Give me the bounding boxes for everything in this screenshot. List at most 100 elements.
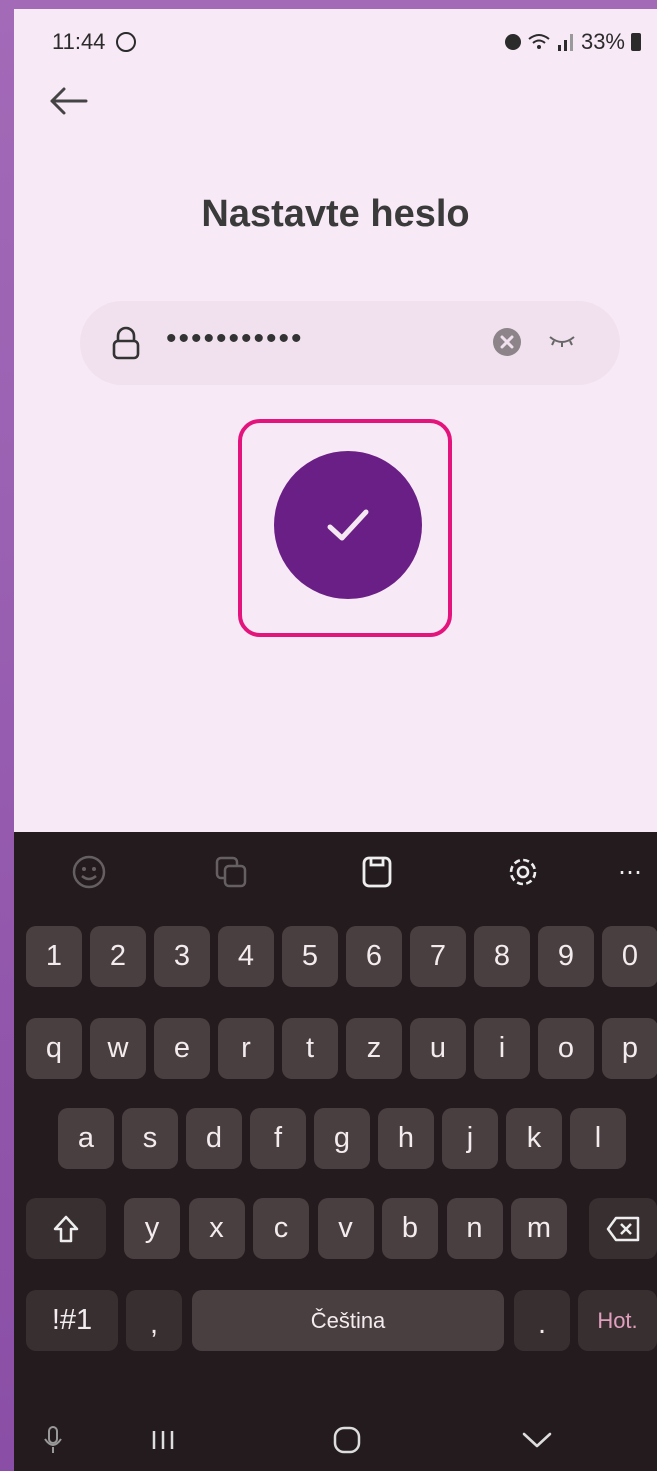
battery-icon: [631, 33, 641, 51]
key-c[interactable]: c: [253, 1198, 309, 1259]
key-label: z: [366, 1032, 382, 1064]
key-7[interactable]: 7: [410, 926, 466, 987]
key-label: t: [305, 1032, 315, 1064]
key-5[interactable]: 5: [282, 926, 338, 987]
key-label: 4: [237, 940, 255, 972]
key-label: k: [526, 1122, 542, 1154]
key-label: 8: [493, 940, 511, 972]
key-2[interactable]: 2: [90, 926, 146, 987]
key-label: g: [333, 1122, 351, 1154]
signal-icon: [557, 34, 573, 51]
lock-icon: [112, 326, 140, 360]
key-space[interactable]: Čeština: [192, 1290, 504, 1351]
key-label: p: [621, 1032, 639, 1064]
key-d[interactable]: d: [186, 1108, 242, 1169]
key-comma[interactable]: ,: [126, 1290, 182, 1351]
status-icons: 33%: [504, 29, 641, 55]
key-label: 2: [109, 940, 127, 972]
key-symbols[interactable]: !#1: [26, 1290, 118, 1351]
key-g[interactable]: g: [314, 1108, 370, 1169]
wifi-icon: [528, 34, 550, 49]
key-l[interactable]: l: [570, 1108, 626, 1169]
clipboard-icon[interactable]: [350, 850, 404, 894]
key-label: b: [401, 1212, 419, 1244]
key-label: c: [273, 1212, 289, 1244]
key-label: o: [557, 1032, 575, 1064]
key-j[interactable]: j: [442, 1108, 498, 1169]
key-y[interactable]: y: [124, 1198, 180, 1259]
password-value: •••••••••••: [166, 322, 304, 355]
key-a[interactable]: a: [58, 1108, 114, 1169]
key-s[interactable]: s: [122, 1108, 178, 1169]
alarm-icon: [504, 34, 521, 50]
key-done-label: Hot.: [597, 1307, 638, 1333]
key-v[interactable]: v: [317, 1198, 374, 1259]
key-label: n: [466, 1212, 483, 1244]
key-9[interactable]: 9: [538, 926, 594, 987]
key-o[interactable]: o: [538, 1018, 594, 1079]
key-label: v: [338, 1212, 353, 1244]
key-0[interactable]: 0: [602, 926, 657, 987]
key-p[interactable]: p: [602, 1018, 657, 1079]
phone-screen: 11:44 33% Nastavte heslo ••••••••••• ⋯ 1…: [14, 9, 657, 1471]
key-backspace[interactable]: [589, 1198, 657, 1259]
key-label: f: [273, 1122, 283, 1154]
key-4[interactable]: 4: [218, 926, 274, 987]
key-w[interactable]: w: [90, 1018, 146, 1079]
key-b[interactable]: b: [382, 1198, 438, 1259]
key-label: 5: [301, 940, 319, 972]
key-i[interactable]: i: [474, 1018, 530, 1079]
key-8[interactable]: 8: [474, 926, 530, 987]
key-q[interactable]: q: [26, 1018, 82, 1079]
key-label: s: [142, 1122, 158, 1154]
key-shift[interactable]: [26, 1198, 106, 1259]
password-field[interactable]: •••••••••••: [80, 301, 620, 385]
page-title: Nastavte heslo: [201, 193, 470, 235]
key-6[interactable]: 6: [346, 926, 402, 987]
clear-icon[interactable]: [492, 327, 522, 357]
key-label: l: [594, 1122, 602, 1154]
hide-keyboard-icon[interactable]: [512, 1418, 562, 1462]
key-h[interactable]: h: [378, 1108, 434, 1169]
arrow-left-icon: [50, 87, 88, 115]
key-label: m: [526, 1212, 552, 1244]
key-label: 1: [45, 940, 63, 972]
key-label: 0: [621, 940, 639, 972]
key-u[interactable]: u: [410, 1018, 466, 1079]
key-label: e: [173, 1032, 191, 1064]
key-x[interactable]: x: [188, 1198, 245, 1259]
check-icon: [327, 509, 369, 541]
key-label: y: [144, 1212, 160, 1244]
settings-icon[interactable]: [496, 850, 550, 894]
emoji-icon[interactable]: [62, 850, 116, 894]
key-label: 6: [365, 940, 383, 972]
key-z[interactable]: z: [346, 1018, 402, 1079]
key-label: w: [107, 1032, 129, 1064]
key-t[interactable]: t: [282, 1018, 338, 1079]
key-label: 3: [173, 940, 191, 972]
microphone-icon[interactable]: [28, 1418, 78, 1462]
keyboard: ⋯ 1 2 3 4 5 6 7 8 9 0 q w e r t z u i o p a s d f g h j k l y x c v b n m !…: [14, 832, 657, 1471]
backspace-icon: [606, 1216, 640, 1241]
key-r[interactable]: r: [218, 1018, 274, 1079]
key-label: q: [45, 1032, 63, 1064]
key-period[interactable]: .: [514, 1290, 570, 1351]
key-f[interactable]: f: [250, 1108, 306, 1169]
text-recognition-icon[interactable]: [204, 850, 258, 894]
key-1[interactable]: 1: [26, 926, 82, 987]
home-icon[interactable]: [322, 1418, 372, 1462]
key-label: 9: [557, 940, 575, 972]
key-period-label: .: [537, 1308, 547, 1340]
key-k[interactable]: k: [506, 1108, 562, 1169]
eye-closed-icon[interactable]: [548, 331, 576, 351]
key-m[interactable]: m: [511, 1198, 567, 1259]
key-e[interactable]: e: [154, 1018, 210, 1079]
key-3[interactable]: 3: [154, 926, 210, 987]
back-button[interactable]: [46, 79, 90, 123]
recent-apps-icon[interactable]: [138, 1418, 188, 1462]
confirm-button[interactable]: [274, 451, 422, 599]
key-n[interactable]: n: [446, 1198, 503, 1259]
shift-icon: [53, 1215, 79, 1242]
key-done[interactable]: Hot.: [578, 1290, 657, 1351]
more-icon[interactable]: ⋯: [610, 850, 650, 894]
